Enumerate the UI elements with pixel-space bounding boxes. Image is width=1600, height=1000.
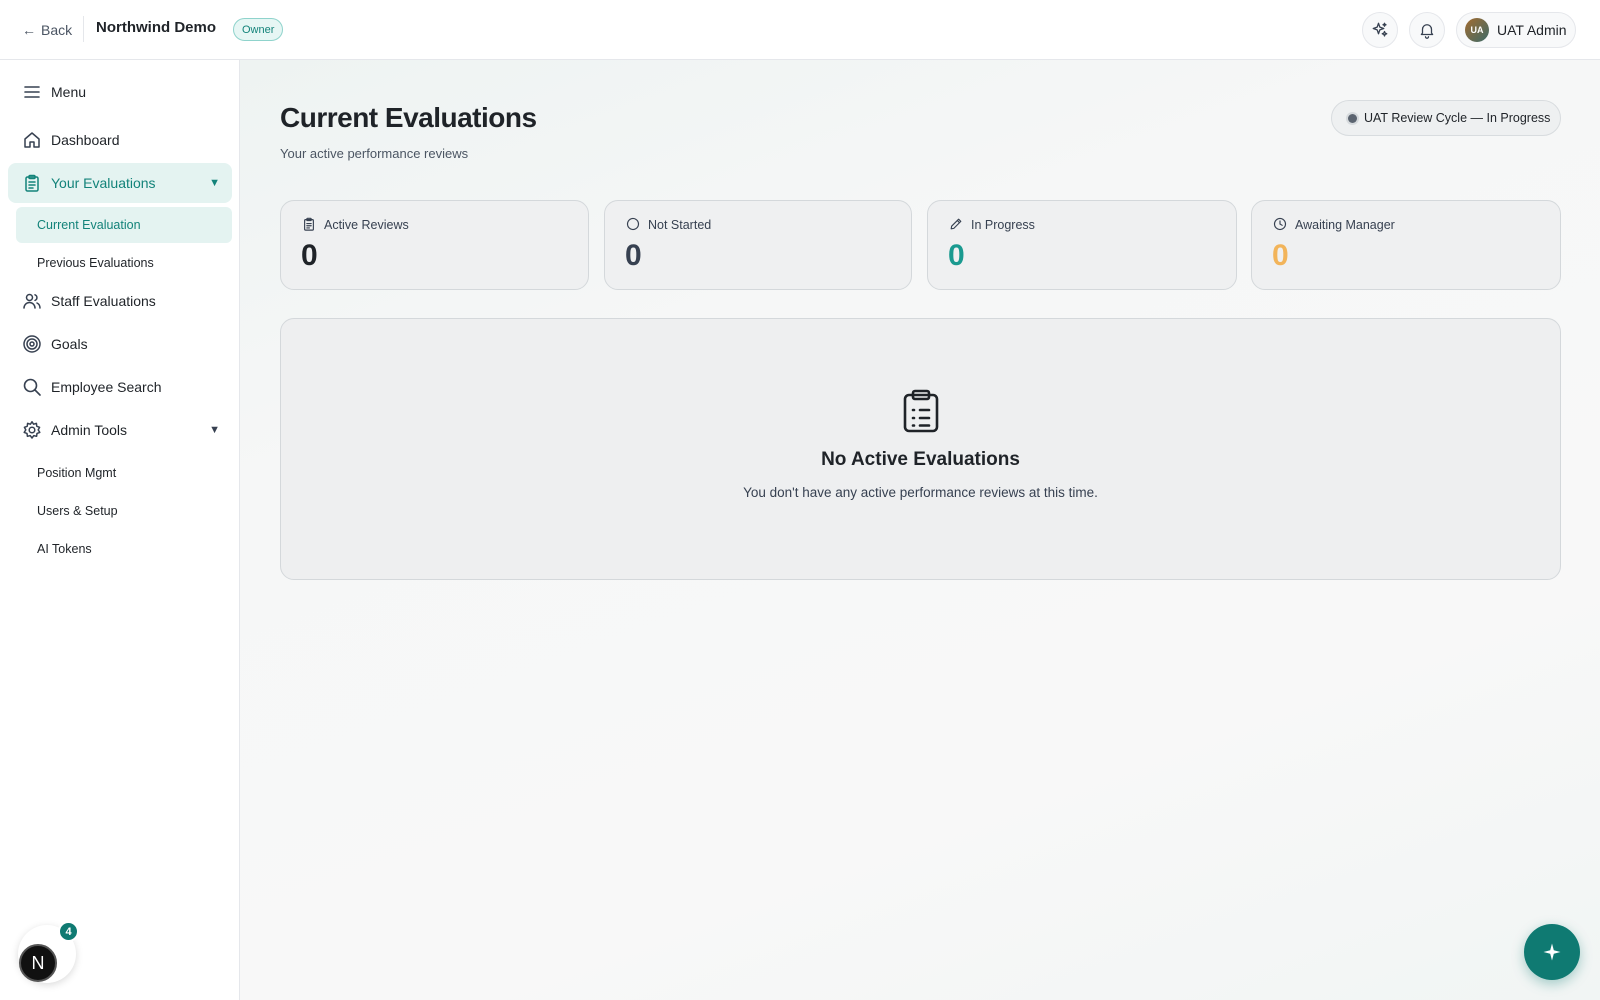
back-label: Back	[41, 22, 73, 38]
org-name: Northwind Demo	[96, 19, 216, 36]
sidebar-subitem-position-mgmt[interactable]: Position Mgmt	[16, 455, 232, 491]
sidebar-item-label: Admin Tools	[51, 422, 128, 438]
chevron-down-icon: ▼	[209, 424, 220, 436]
sidebar-item-admin-tools[interactable]: Admin Tools ▼	[8, 410, 232, 450]
search-icon	[23, 378, 41, 396]
ai-sparkle-icon	[1372, 22, 1388, 37]
clipboard-list-icon	[903, 389, 939, 433]
pencil-icon	[950, 218, 962, 230]
stat-card-in-progress: In Progress 0	[927, 200, 1237, 290]
review-cycle-label: UAT Review Cycle — In Progress	[1364, 111, 1551, 125]
sidebar-item-goals[interactable]: Goals	[8, 324, 232, 364]
sidebar-item-label: Goals	[51, 336, 88, 352]
role-badge: Owner	[233, 18, 284, 41]
ai-assistant-button[interactable]	[1362, 12, 1398, 48]
stat-card-not-started: Not Started 0	[604, 200, 912, 290]
stat-value: 0	[948, 239, 965, 272]
circle-icon	[626, 217, 640, 231]
chevron-down-icon: ▼	[209, 177, 220, 189]
notification-count-badge: 4	[58, 921, 79, 942]
sidebar-subitem-users-setup[interactable]: Users & Setup	[16, 493, 232, 529]
sidebar-item-employee-search[interactable]: Employee Search	[8, 367, 232, 407]
sidebar-item-label: Your Evaluations	[51, 175, 156, 191]
sidebar-subitem-current-evaluation[interactable]: Current Evaluation	[16, 207, 232, 243]
hamburger-icon	[24, 86, 40, 98]
stat-label: In Progress	[971, 218, 1035, 232]
user-name: UAT Admin	[1497, 22, 1567, 38]
page-subtitle: Your active performance reviews	[280, 146, 469, 161]
clipboard-icon	[304, 217, 314, 231]
sidebar-subitem-label: Users & Setup	[37, 504, 118, 518]
org-launcher[interactable]: N 4	[18, 921, 79, 983]
home-icon	[24, 132, 40, 148]
sidebar-subitem-ai-tokens[interactable]: AI Tokens	[16, 531, 232, 567]
sidebar-item-staff-evaluations[interactable]: Staff Evaluations	[8, 281, 232, 321]
ai-assistant-fab[interactable]	[1524, 924, 1580, 980]
gear-icon	[23, 421, 41, 439]
stat-value: 0	[301, 239, 318, 272]
empty-state-panel: No Active Evaluations You don't have any…	[280, 318, 1561, 580]
sidebar-item-dashboard[interactable]: Dashboard	[8, 120, 232, 160]
clipboard-icon	[25, 174, 39, 192]
bell-icon	[1420, 24, 1434, 39]
sidebar-subitem-previous-evaluations[interactable]: Previous Evaluations	[16, 245, 232, 281]
back-arrow-icon: ←	[22, 22, 36, 38]
notifications-button[interactable]	[1409, 12, 1445, 48]
top-bar: ← Back Northwind Demo Owner UA UAT Admin	[0, 0, 1600, 60]
back-button[interactable]: ← Back	[22, 19, 72, 41]
target-icon	[23, 335, 41, 353]
status-dot-icon	[1348, 113, 1357, 123]
sidebar-item-label: Employee Search	[51, 379, 162, 395]
menu-label: Menu	[51, 84, 87, 100]
stat-card-awaiting-manager: Awaiting Manager 0	[1251, 200, 1561, 290]
stat-card-active-reviews: Active Reviews 0	[280, 200, 589, 290]
sidebar-subitem-label: Previous Evaluations	[37, 256, 154, 270]
stat-label: Not Started	[648, 218, 712, 232]
user-menu[interactable]: UA UAT Admin	[1456, 12, 1576, 48]
sidebar-item-label: Staff Evaluations	[51, 293, 156, 309]
review-cycle-status[interactable]: UAT Review Cycle — In Progress	[1331, 100, 1561, 136]
divider	[83, 16, 84, 42]
sidebar-subitem-label: AI Tokens	[37, 542, 92, 556]
main-content: Current Evaluations Your active performa…	[240, 60, 1600, 1000]
sidebar-subitem-label: Current Evaluation	[37, 218, 141, 232]
stat-label: Active Reviews	[324, 218, 409, 232]
sidebar-item-label: Dashboard	[51, 132, 120, 148]
org-avatar: N	[19, 944, 57, 982]
sparkle-icon	[1543, 943, 1561, 961]
stat-value: 0	[1272, 239, 1289, 272]
stat-value: 0	[625, 239, 642, 272]
users-icon	[23, 293, 41, 309]
clock-icon	[1273, 217, 1287, 231]
menu-toggle[interactable]: Menu	[8, 72, 232, 112]
empty-state-title: No Active Evaluations	[821, 449, 1020, 470]
sidebar: Menu Dashboard Your Evaluations ▼ Curren…	[0, 60, 240, 1000]
empty-state-text: You don't have any active performance re…	[743, 485, 1098, 500]
sidebar-subitem-label: Position Mgmt	[37, 466, 117, 480]
avatar: UA	[1465, 18, 1489, 42]
sidebar-item-your-evaluations[interactable]: Your Evaluations ▼	[8, 163, 232, 203]
stat-label: Awaiting Manager	[1295, 218, 1395, 232]
page-title: Current Evaluations	[280, 102, 537, 133]
